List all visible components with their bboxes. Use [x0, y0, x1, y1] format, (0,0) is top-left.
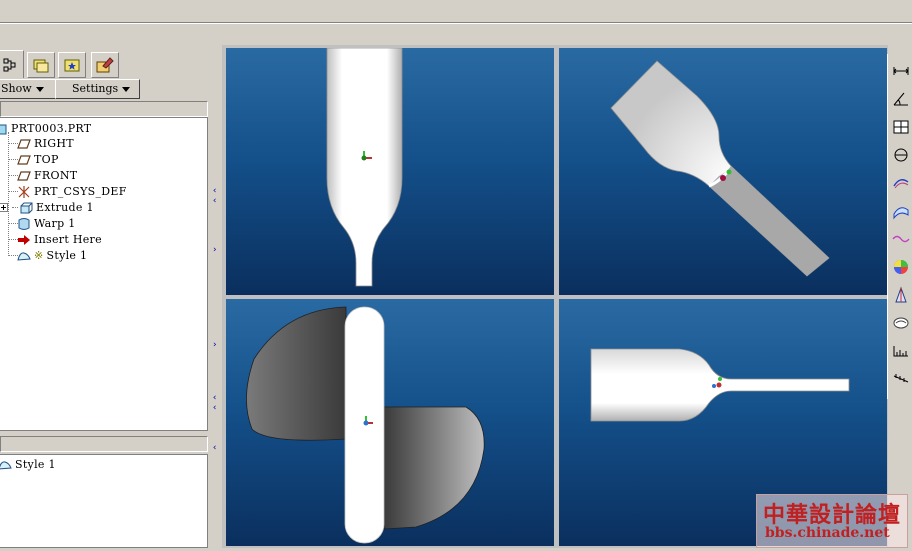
tab-connections[interactable] — [91, 52, 119, 78]
tree-item-label: Style 1 — [46, 249, 88, 262]
tree-item-right[interactable]: RIGHT — [17, 136, 74, 151]
tree-column-header — [0, 101, 208, 117]
section-icon[interactable] — [892, 202, 910, 220]
tree-item-insert-here[interactable]: Insert Here — [17, 232, 102, 247]
part-icon — [0, 124, 7, 134]
settings-button[interactable]: Settings — [55, 79, 140, 99]
tree-item-front[interactable]: FRONT — [17, 168, 77, 183]
tree-item-top[interactable]: TOP — [17, 152, 59, 167]
offset-icon[interactable] — [892, 230, 910, 248]
model-tree: PRT0003.PRT RIGHT TOP FRONT PRT_CSYS_DEF… — [0, 117, 208, 431]
collapse-left-icon[interactable]: ‹ — [212, 404, 217, 413]
warp-icon — [18, 217, 30, 230]
style-icon — [17, 251, 31, 261]
tab-favorites[interactable] — [58, 52, 86, 78]
tree-item-csys[interactable]: PRT_CSYS_DEF — [17, 184, 127, 199]
panel-splitter[interactable]: ‹ ‹ › › ‹ ‹ ‹ — [209, 50, 221, 545]
deviation-icon[interactable] — [892, 370, 910, 388]
style-tree-column-header — [0, 436, 208, 452]
tree-item-label: RIGHT — [34, 137, 74, 150]
tree-item-label: TOP — [34, 153, 59, 166]
viewport-bottom-left[interactable] — [226, 299, 554, 546]
folder-browser-icon — [33, 59, 49, 73]
watermark-url: bbs.chinade.net — [765, 525, 890, 541]
datum-plane-icon — [17, 170, 31, 181]
extrude-icon — [20, 202, 33, 213]
tree-item-label: Warp 1 — [34, 217, 76, 230]
chevron-down-icon — [35, 86, 44, 92]
connections-icon — [96, 57, 114, 73]
tree-root-label: PRT0003.PRT — [11, 122, 92, 135]
draft-icon[interactable] — [892, 286, 910, 304]
show-button-label: Show — [1, 82, 32, 95]
expand-icon[interactable] — [0, 203, 8, 212]
tree-item-extrude[interactable]: Extrude 1 — [0, 200, 94, 215]
collapse-left-icon[interactable]: ‹ — [212, 197, 217, 206]
style-tree-item-label: Style 1 — [15, 458, 56, 471]
tree-item-label: FRONT — [34, 169, 78, 182]
model-view-front — [326, 48, 403, 287]
dimension-icon[interactable] — [892, 342, 910, 360]
style-tree: Style 1 — [0, 454, 208, 548]
model-view-top — [246, 306, 485, 544]
tab-folder-browser[interactable] — [27, 52, 55, 78]
forum-watermark: 中華設計論壇 bbs.chinade.net — [756, 494, 908, 548]
tree-item-warp[interactable]: Warp 1 — [17, 216, 76, 231]
expand-right-icon[interactable]: › — [212, 341, 217, 350]
style-tree-item[interactable]: Style 1 — [0, 457, 56, 472]
viewport-top-right[interactable] — [559, 48, 887, 295]
style-mark-icon: ※ — [34, 249, 44, 262]
menu-toolbar-area — [0, 0, 912, 23]
insert-arrow-icon — [18, 234, 30, 245]
tree-connector — [8, 132, 9, 256]
tab-model-tree[interactable] — [0, 50, 24, 78]
curvature-icon[interactable] — [892, 174, 910, 192]
divider — [0, 23, 912, 24]
chevron-down-icon — [122, 86, 131, 92]
tree-item-label: Insert Here — [34, 233, 102, 246]
collapse-left-icon[interactable]: ‹ — [212, 394, 217, 403]
model-tree-icon — [3, 58, 16, 71]
angle-icon[interactable] — [892, 90, 910, 108]
collapse-left-icon[interactable]: ‹ — [212, 444, 217, 453]
csys-icon — [18, 185, 30, 198]
tree-item-label: Extrude 1 — [36, 201, 94, 214]
favorites-icon — [64, 59, 80, 72]
diameter-icon[interactable] — [892, 146, 910, 164]
style-icon — [0, 460, 12, 469]
expand-right-icon[interactable]: › — [212, 246, 217, 255]
datum-plane-icon — [17, 138, 31, 149]
distance-icon[interactable] — [892, 62, 910, 80]
tree-root-item[interactable]: PRT0003.PRT — [0, 121, 91, 136]
shade-icon[interactable] — [892, 258, 910, 276]
settings-button-label: Settings — [72, 82, 119, 95]
reflection-icon[interactable] — [892, 314, 910, 332]
show-button[interactable]: Show — [0, 79, 56, 99]
datum-plane-icon — [17, 154, 31, 165]
model-view-isometric — [610, 60, 830, 277]
right-toolbar — [887, 54, 912, 399]
viewport-top-left[interactable] — [226, 48, 554, 295]
area-icon[interactable] — [892, 118, 910, 136]
tree-button-row: Show Settings — [0, 79, 210, 99]
tree-item-style[interactable]: ※ Style 1 — [17, 248, 87, 263]
tree-item-label: PRT_CSYS_DEF — [34, 185, 127, 198]
navigator-tabs — [0, 50, 215, 78]
collapse-left-icon[interactable]: ‹ — [212, 187, 217, 196]
